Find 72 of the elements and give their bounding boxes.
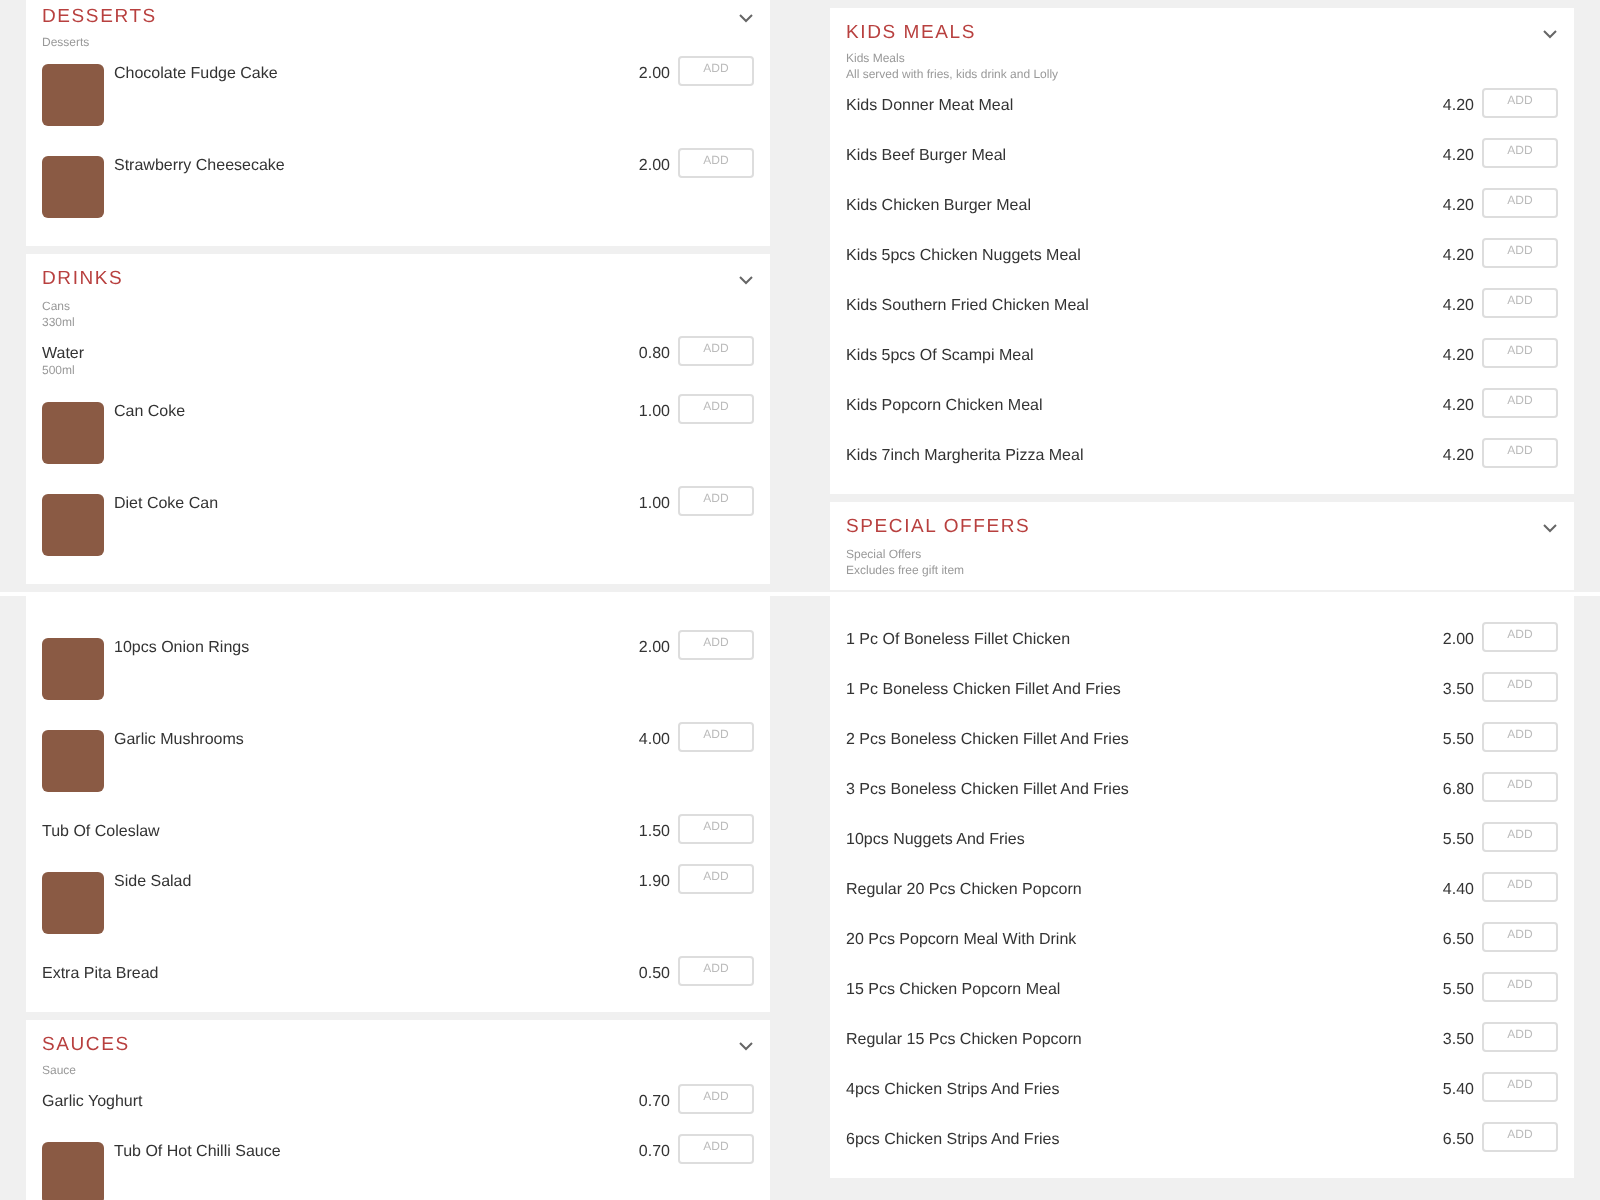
item-name: Chocolate Fudge Cake	[114, 62, 278, 85]
chevron-down-icon[interactable]	[738, 274, 754, 287]
item-price: 1.90	[638, 870, 670, 892]
item-name: Kids Southern Fried Chicken Meal	[846, 294, 1089, 317]
item-price: 2.00	[638, 62, 670, 85]
item-name: 15 Pcs Chicken Popcorn Meal	[846, 978, 1061, 1000]
item-name: 3 Pcs Boneless Chicken Fillet And Fries	[846, 778, 1129, 800]
item-price: 4.20	[1442, 94, 1474, 117]
chevron-down-icon[interactable]	[1542, 28, 1558, 41]
item-name: Can Coke	[114, 399, 186, 421]
item-name: 20 Pcs Popcorn Meal With Drink	[846, 928, 1077, 950]
item-name: 6pcs Chicken Strips And Fries	[846, 1128, 1060, 1150]
item-price: 4.20	[1442, 344, 1474, 367]
item-price: 5.50	[1442, 828, 1474, 850]
item-name: Kids 7inch Margherita Pizza Meal	[846, 444, 1084, 467]
item-name: Kids Donner Meat Meal	[846, 94, 1014, 117]
item-name: 10pcs Onion Rings	[114, 636, 250, 658]
item-name: Kids Chicken Burger Meal	[846, 194, 1031, 217]
item-name: Tub Of Hot Chilli Sauce	[114, 1140, 281, 1163]
item-price: 1.00	[638, 491, 670, 513]
item-name: Diet Coke Can	[114, 491, 219, 513]
item-price: 6.50	[1442, 1128, 1474, 1150]
item-name: Kids 5pcs Chicken Nuggets Meal	[846, 244, 1081, 267]
item-name: Garlic Mushrooms	[114, 728, 244, 750]
item-price: 1.50	[638, 820, 670, 842]
item-price: 0.70	[638, 1090, 670, 1113]
item-name: 1 Pc Of Boneless Fillet Chicken	[846, 628, 1071, 650]
item-price: 5.50	[1442, 728, 1474, 750]
section-title: KIDS MEALS	[846, 20, 977, 48]
chevron-down-icon[interactable]	[1542, 522, 1558, 535]
section-title: SAUCES	[42, 1032, 130, 1060]
item-price: 4.20	[1442, 294, 1474, 317]
item-price: 5.50	[1442, 978, 1474, 1000]
item-price: 4.20	[1442, 244, 1474, 267]
section-title: DRINKS	[42, 266, 124, 295]
item-price: 4.20	[1442, 444, 1474, 467]
item-price: 4.20	[1442, 194, 1474, 217]
item-price: 0.70	[638, 1140, 670, 1163]
item-name: Regular 20 Pcs Chicken Popcorn	[846, 878, 1082, 900]
item-name: Garlic Yoghurt	[42, 1090, 143, 1113]
item-name: 10pcs Nuggets And Fries	[846, 828, 1025, 850]
section-title: SPECIAL OFFERS	[846, 514, 1031, 543]
item-name: Kids Popcorn Chicken Meal	[846, 394, 1043, 417]
item-price: 6.50	[1442, 928, 1474, 950]
item-name: 2 Pcs Boneless Chicken Fillet And Fries	[846, 728, 1129, 750]
item-price: 4.40	[1442, 878, 1474, 900]
chevron-down-icon[interactable]	[738, 12, 754, 25]
item-price: 1.00	[638, 399, 670, 421]
item-name: Tub Of Coleslaw	[42, 820, 160, 842]
item-price: 0.50	[638, 962, 670, 984]
item-name: Kids 5pcs Of Scampi Meal	[846, 344, 1034, 367]
item-price: 0.80	[638, 341, 670, 363]
section-title: DESSERTS	[42, 4, 157, 32]
item-name: Strawberry Cheesecake	[114, 154, 285, 177]
item-price: 2.00	[1442, 628, 1474, 650]
chevron-down-icon[interactable]	[738, 1040, 754, 1053]
item-name: Kids Beef Burger Meal	[846, 144, 1007, 167]
item-price: 2.00	[638, 636, 670, 658]
item-price: 3.50	[1442, 678, 1474, 700]
item-price: 3.50	[1442, 1028, 1474, 1050]
item-name: Regular 15 Pcs Chicken Popcorn	[846, 1028, 1082, 1050]
item-name: Side Salad	[114, 870, 192, 892]
item-name: 1 Pc Boneless Chicken Fillet And Fries	[846, 678, 1121, 700]
item-price: 4.20	[1442, 144, 1474, 167]
item-price: 5.40	[1442, 1078, 1474, 1100]
item-name: 4pcs Chicken Strips And Fries	[846, 1078, 1060, 1100]
item-name: Extra Pita Bread	[42, 962, 159, 984]
item-price: 4.20	[1442, 394, 1474, 417]
item-price: 6.80	[1442, 778, 1474, 800]
item-price: 2.00	[638, 154, 670, 177]
item-price: 4.00	[638, 728, 670, 750]
item-name: Water	[42, 341, 85, 363]
